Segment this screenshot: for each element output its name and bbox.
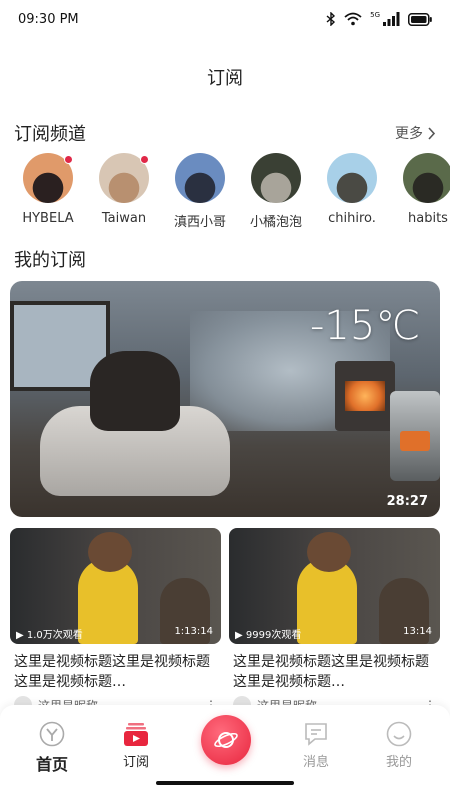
home-logo-icon xyxy=(39,721,65,747)
channels-section-title: 订阅频道 xyxy=(14,124,86,145)
network-label: 5G xyxy=(370,11,380,19)
video-duration: 13:14 xyxy=(403,626,432,637)
more-label: 更多 xyxy=(395,126,423,142)
channel-item[interactable]: 小橘泡泡 xyxy=(250,153,302,233)
poster-art xyxy=(239,556,275,606)
channel-avatar-image xyxy=(327,153,377,203)
chevron-right-icon xyxy=(428,126,436,140)
planet-icon xyxy=(214,732,238,748)
tab-messages-label: 消息 xyxy=(302,755,329,770)
featured-video[interactable]: -15℃ 28:27 xyxy=(10,281,440,517)
view-count: ▶ 1.0万次观看 xyxy=(16,630,83,641)
update-dot xyxy=(140,155,149,164)
view-count: ▶ 9999次观看 xyxy=(235,630,302,641)
channel-avatar xyxy=(99,153,149,203)
tab-messages[interactable]: 消息 xyxy=(286,721,346,770)
subscribe-icon xyxy=(124,723,148,746)
video-meta: ▶ 1.0万次观看 1:13:14 xyxy=(16,626,213,641)
message-icon xyxy=(305,723,327,746)
status-time: 09:30 PM xyxy=(18,11,79,27)
channel-item[interactable]: chihiro. xyxy=(326,153,378,233)
video-title: 这里是视频标题这里是视频标题这里是视频标题… xyxy=(14,654,210,690)
video-card[interactable]: ▶ 9999次观看 13:14 这里是视频标题这里是视频标题这里是视频标题… 这… xyxy=(229,528,440,714)
update-dot xyxy=(64,155,73,164)
channel-item[interactable]: HYBELA xyxy=(22,153,74,233)
channel-avatar-image xyxy=(251,153,301,203)
page-title: 订阅 xyxy=(207,68,243,89)
video-duration: 28:27 xyxy=(386,494,428,509)
tab-me[interactable]: 我的 xyxy=(369,721,429,770)
my-subs-header: 我的订阅 xyxy=(14,246,436,272)
channel-avatar-image xyxy=(175,153,225,203)
home-indicator xyxy=(156,781,294,785)
battery-icon xyxy=(408,12,432,26)
status-bar: 09:30 PM 5G xyxy=(0,0,450,38)
more-channels-link[interactable]: 更多 xyxy=(395,123,436,143)
my-subs-title: 我的订阅 xyxy=(14,250,86,271)
video-card[interactable]: ▶ 1.0万次观看 1:13:14 这里是视频标题这里是视频标题这里是视频标题…… xyxy=(10,528,221,714)
video-thumbnail-stove xyxy=(335,361,395,431)
poster-head xyxy=(307,532,351,572)
video-thumbnail-person xyxy=(90,351,180,431)
create-button[interactable] xyxy=(201,715,251,765)
video-thumbnail: ▶ 1.0万次观看 1:13:14 xyxy=(10,528,221,644)
channel-avatar xyxy=(23,153,73,203)
poster-art xyxy=(20,556,56,606)
channel-name: Taiwan xyxy=(101,211,147,226)
video-overlay-temperature: -15℃ xyxy=(310,303,421,349)
channel-item[interactable]: habits xyxy=(402,153,450,233)
channel-avatar xyxy=(251,153,301,203)
tab-subscribe[interactable]: 订阅 xyxy=(106,721,166,770)
tab-subscribe-label: 订阅 xyxy=(122,755,149,770)
video-meta: ▶ 9999次观看 13:14 xyxy=(235,626,432,641)
channels-section-header: 订阅频道 更多 xyxy=(14,120,436,146)
bottom-tab-bar: 首页 订阅 消息 我的 xyxy=(0,705,450,800)
channel-name: HYBELA xyxy=(22,211,74,226)
video-title: 这里是视频标题这里是视频标题这里是视频标题… xyxy=(233,654,429,690)
channel-avatar xyxy=(403,153,450,203)
poster-head xyxy=(88,532,132,572)
status-icons: 5G xyxy=(326,11,432,26)
channel-name: chihiro. xyxy=(328,211,376,226)
tab-home-label: 首页 xyxy=(35,755,68,774)
video-thumbnail: ▶ 9999次观看 13:14 xyxy=(229,528,440,644)
channel-name: habits xyxy=(408,211,448,226)
channel-name: 小橘泡泡 xyxy=(250,215,303,230)
channel-avatar xyxy=(175,153,225,203)
channel-item[interactable]: Taiwan xyxy=(98,153,150,233)
video-grid: ▶ 1.0万次观看 1:13:14 这里是视频标题这里是视频标题这里是视频标题…… xyxy=(10,528,440,714)
video-duration: 1:13:14 xyxy=(174,626,213,637)
tab-home[interactable]: 首页 xyxy=(22,721,82,775)
video-thumbnail-heater xyxy=(390,391,440,481)
channel-list: HYBELA Taiwan 滇西小哥 小橘泡泡 chihiro. habits xyxy=(22,153,450,233)
wifi-icon xyxy=(344,12,362,26)
tab-me-label: 我的 xyxy=(385,755,412,770)
channel-avatar xyxy=(327,153,377,203)
signal-icon xyxy=(383,12,400,26)
channel-avatar-image xyxy=(403,153,450,203)
channel-item[interactable]: 滇西小哥 xyxy=(174,153,226,233)
channel-name: 滇西小哥 xyxy=(174,215,227,230)
bluetooth-icon xyxy=(326,12,336,26)
profile-icon xyxy=(386,721,412,747)
